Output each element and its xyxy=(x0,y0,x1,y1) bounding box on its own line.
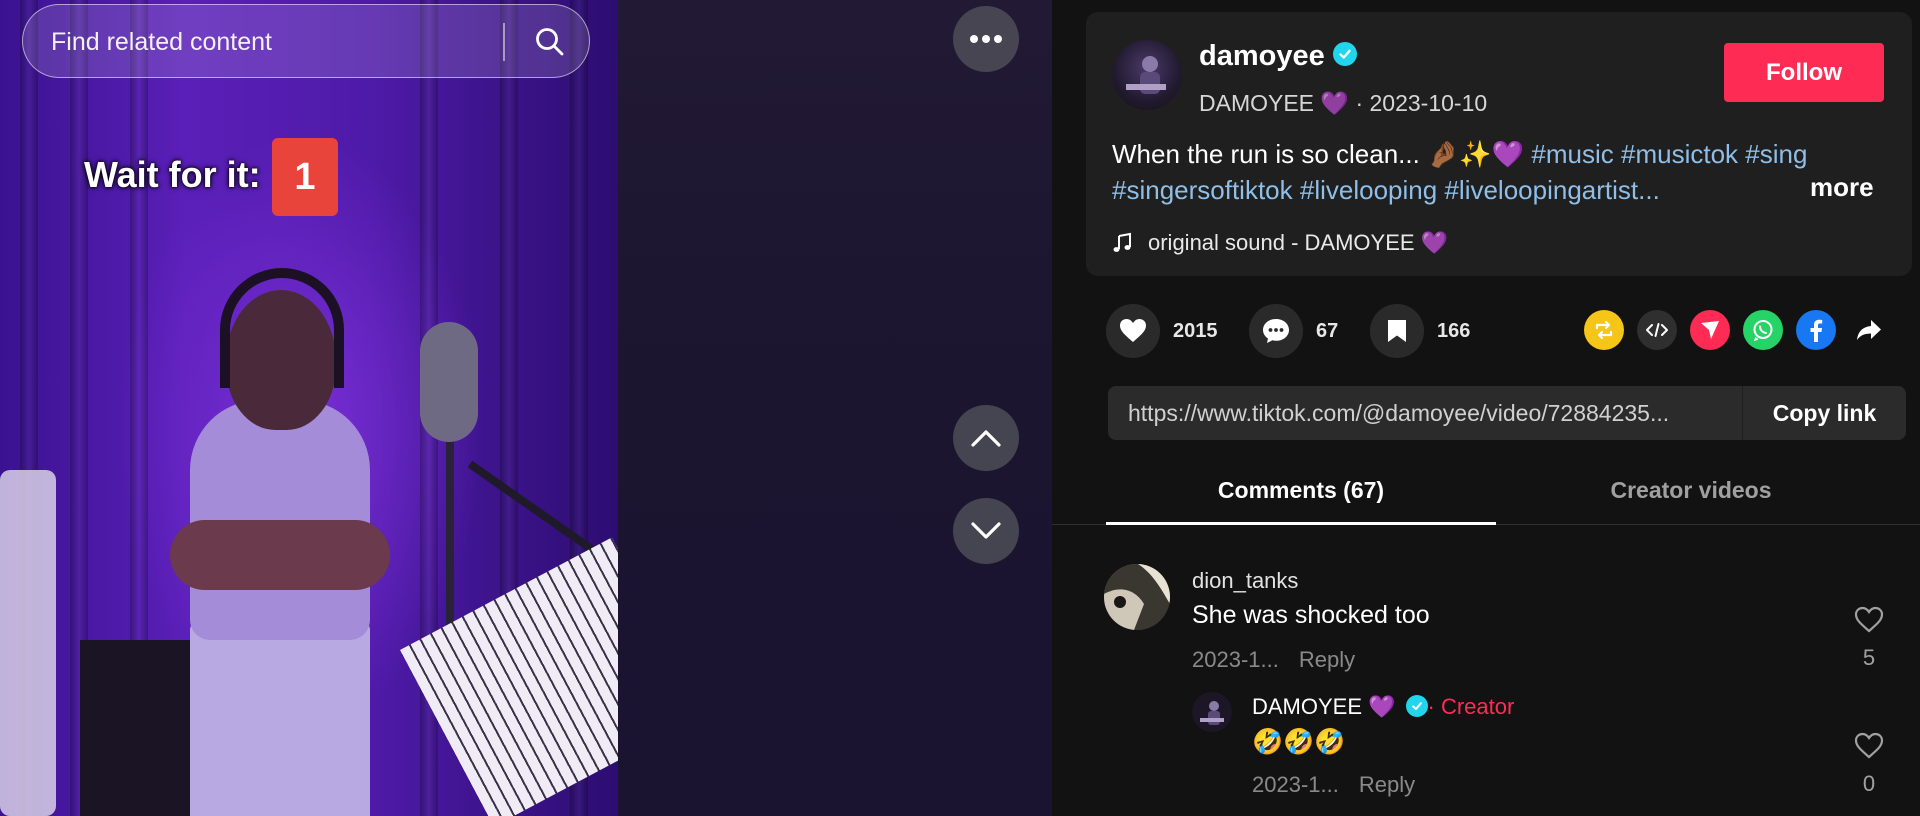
creator-username[interactable]: damoyee xyxy=(1199,40,1357,73)
hashtag[interactable]: #musictok xyxy=(1621,139,1738,169)
reply-meta: 2023-1... Reply xyxy=(1252,772,1415,798)
post-caption: When the run is so clean... 🤌🏾✨💜 #music … xyxy=(1112,136,1872,208)
bookmark-count: 166 xyxy=(1437,319,1471,342)
comment-date: 2023-1... xyxy=(1192,647,1279,672)
reply-username[interactable]: DAMOYEE 💜 · Creator xyxy=(1252,694,1514,720)
more-share-button[interactable] xyxy=(1849,310,1889,350)
hashtag[interactable]: #liveloopingartist... xyxy=(1444,175,1659,205)
creator-subline: DAMOYEE 💜 · 2023-10-10 xyxy=(1199,90,1488,116)
sound-link[interactable]: original sound - DAMOYEE 💜 xyxy=(1112,230,1448,256)
reply-date: 2023-1... xyxy=(1252,772,1339,797)
creator-username-text: damoyee xyxy=(1199,40,1325,72)
singer-arms xyxy=(170,520,390,590)
avatar-image-icon xyxy=(1200,701,1224,725)
creator-avatar[interactable] xyxy=(1112,40,1182,110)
hashtag[interactable]: #music xyxy=(1531,139,1613,169)
heart-icon xyxy=(1120,319,1146,342)
comment-meta: 2023-1... Reply xyxy=(1192,647,1355,673)
music-note-icon xyxy=(1113,232,1131,252)
repost-icon xyxy=(1595,320,1613,340)
next-video-button[interactable] xyxy=(953,498,1019,564)
details-panel: damoyee DAMOYEE 💜 · 2023-10-10 Follow Wh… xyxy=(1052,0,1920,816)
verified-badge-icon xyxy=(1405,695,1428,718)
repost-button[interactable] xyxy=(1584,310,1624,350)
previous-video-button[interactable] xyxy=(953,405,1019,471)
search-divider xyxy=(503,23,505,61)
search-bar xyxy=(22,4,590,79)
headphones xyxy=(220,268,344,388)
comment-like-button[interactable]: 5 xyxy=(1849,606,1889,671)
more-options-button[interactable] xyxy=(953,6,1019,72)
commenter-avatar[interactable] xyxy=(1104,564,1170,630)
avatar-image-icon xyxy=(1104,564,1170,630)
verified-badge-icon xyxy=(1332,42,1357,67)
comment-like-count: 5 xyxy=(1862,645,1876,670)
whatsapp-share-button[interactable] xyxy=(1743,310,1783,350)
video-overlay-badge: 1 xyxy=(272,138,338,216)
caption-more-button[interactable]: more xyxy=(1810,172,1874,203)
share-arrow-icon xyxy=(1857,320,1881,340)
hashtag[interactable]: #livelooping xyxy=(1300,175,1437,205)
video-link-box: https://www.tiktok.com/@damoyee/video/72… xyxy=(1108,386,1906,440)
like-count: 2015 xyxy=(1173,319,1218,342)
heart-outline-icon xyxy=(1854,606,1884,633)
comment-icon xyxy=(1263,319,1289,343)
tab-creator-videos[interactable]: Creator videos xyxy=(1496,462,1886,524)
reply-avatar[interactable] xyxy=(1192,692,1232,732)
desk xyxy=(80,640,200,816)
singer-jeans xyxy=(190,620,370,816)
post-date: 2023-10-10 xyxy=(1369,90,1488,116)
follow-button[interactable]: Follow xyxy=(1724,43,1884,102)
panel-tabs: Comments (67) Creator videos xyxy=(1052,462,1920,525)
send-icon xyxy=(1701,321,1719,339)
hashtag[interactable]: #singersoftiktok xyxy=(1112,175,1293,205)
reply-username-text: DAMOYEE 💜 xyxy=(1252,694,1396,719)
post-info-card: damoyee DAMOYEE 💜 · 2023-10-10 Follow Wh… xyxy=(1086,12,1912,276)
video-player[interactable]: Wait for it: 1 xyxy=(0,0,618,816)
hashtag[interactable]: #sing xyxy=(1745,139,1807,169)
bookmark-icon xyxy=(1388,320,1406,342)
chevron-down-icon xyxy=(971,522,1001,539)
caption-text: When the run is so clean... 🤌🏾✨💜 xyxy=(1112,139,1532,169)
comment-count: 67 xyxy=(1316,319,1339,342)
more-dots-icon xyxy=(970,35,1002,43)
tab-comments[interactable]: Comments (67) xyxy=(1106,462,1496,525)
video-overlay-text: Wait for it: xyxy=(84,154,261,195)
bookmark-button[interactable]: 166 xyxy=(1370,304,1470,358)
whatsapp-icon xyxy=(1753,320,1773,342)
video-link-url[interactable]: https://www.tiktok.com/@damoyee/video/72… xyxy=(1128,386,1688,440)
microphone xyxy=(420,322,478,442)
copy-link-button[interactable]: Copy link xyxy=(1742,386,1906,440)
creator-display-name: DAMOYEE 💜 xyxy=(1199,90,1350,116)
reply-like-count: 0 xyxy=(1862,771,1876,796)
comment-button[interactable]: 67 xyxy=(1249,304,1338,358)
facebook-icon xyxy=(1810,319,1823,342)
search-icon xyxy=(536,28,564,56)
like-button[interactable]: 2015 xyxy=(1106,304,1218,358)
comment-username[interactable]: dion_tanks xyxy=(1192,568,1298,594)
search-input[interactable] xyxy=(49,5,493,79)
embed-button[interactable] xyxy=(1637,310,1677,350)
heart-outline-icon xyxy=(1854,732,1884,759)
reply-text: 🤣🤣🤣 xyxy=(1252,728,1346,756)
avatar-image-icon xyxy=(1126,56,1166,94)
sound-name: original sound - DAMOYEE 💜 xyxy=(1148,230,1449,255)
reply-button[interactable]: Reply xyxy=(1359,772,1415,797)
search-button[interactable] xyxy=(523,15,577,69)
guitar xyxy=(0,470,56,816)
facebook-share-button[interactable] xyxy=(1796,310,1836,350)
reply-like-button[interactable]: 0 xyxy=(1849,732,1889,797)
comment-text: She was shocked too xyxy=(1192,601,1430,629)
send-to-friends-button[interactable] xyxy=(1690,310,1730,350)
embed-icon xyxy=(1646,323,1668,337)
creator-label: · Creator xyxy=(1427,694,1515,719)
reply-button[interactable]: Reply xyxy=(1299,647,1355,672)
chevron-up-icon xyxy=(971,430,1001,447)
